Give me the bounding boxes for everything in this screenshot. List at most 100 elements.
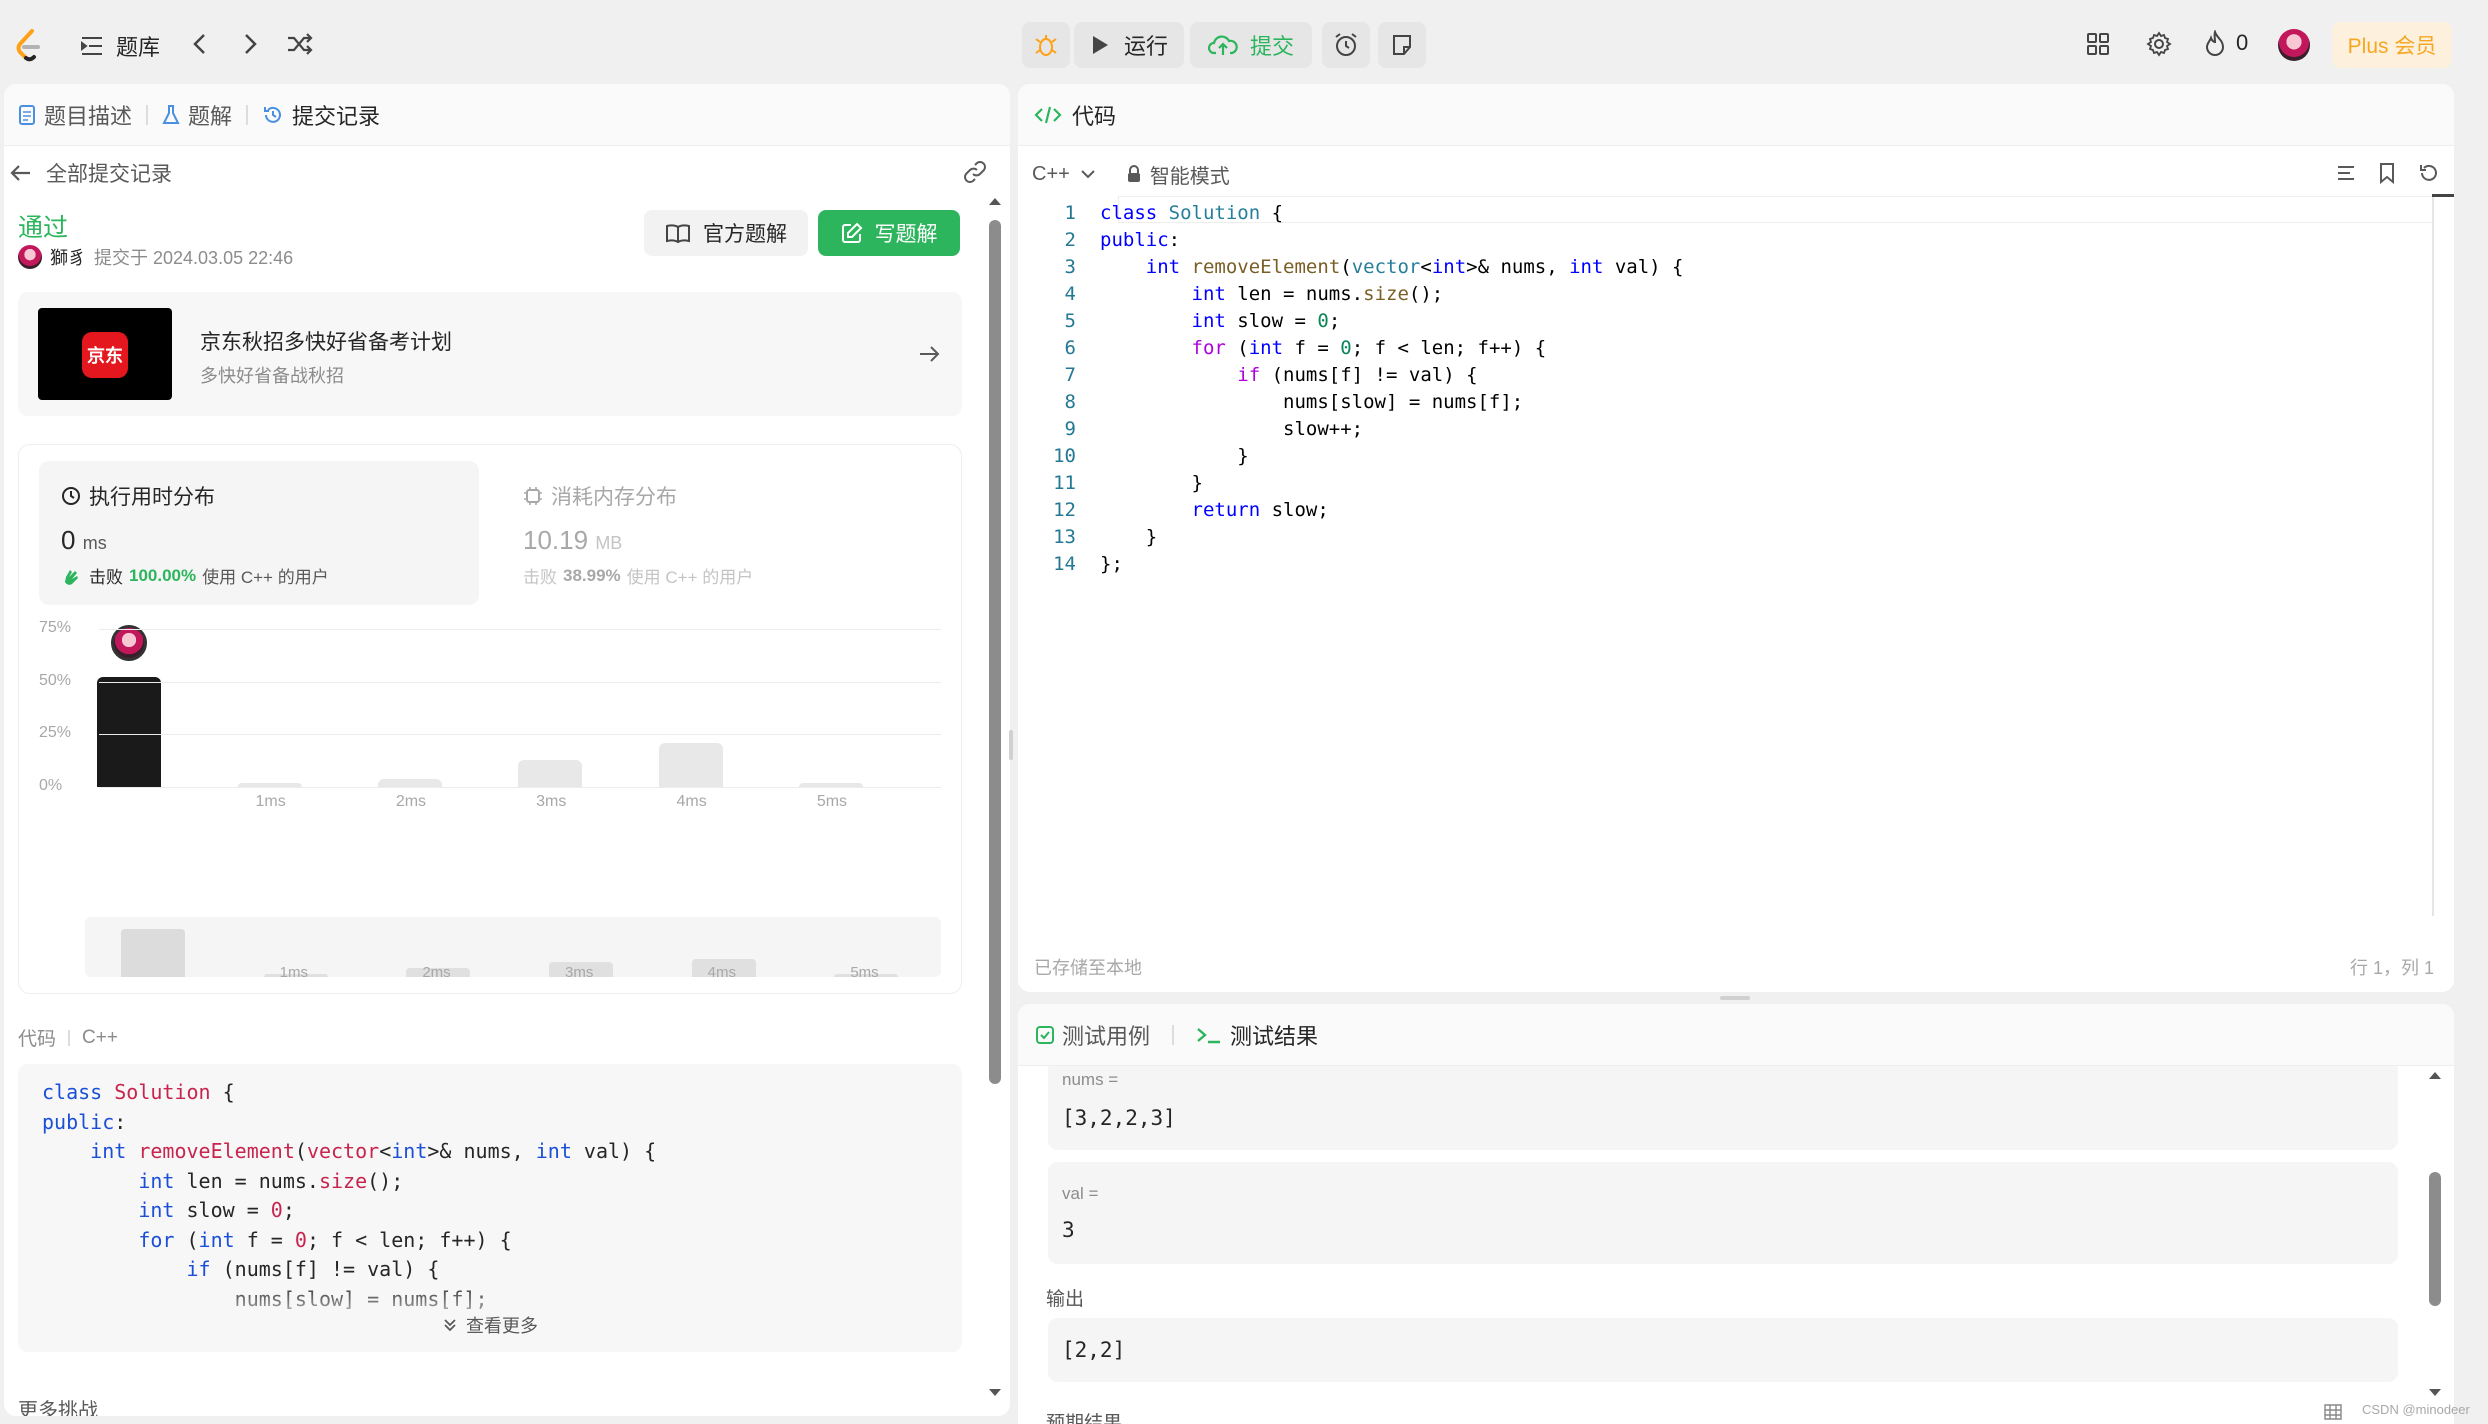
left-scrollbar-thumb[interactable] — [989, 220, 1001, 1084]
minimap-tick-label: 3ms — [565, 964, 594, 981]
code-line[interactable]: return slow; — [1100, 497, 1684, 524]
ad-title: 京东秋招多快好省备考计划 — [200, 331, 452, 354]
code-line[interactable]: int len = nums.size(); — [1100, 281, 1684, 308]
runtime-unit: ms — [82, 533, 107, 553]
nums-label: nums = — [1062, 1070, 1119, 1089]
test-panel: 测试用例 测试结果 nums = [3,2,2,3] val = 3 输出 [2… — [1018, 1004, 2454, 1424]
performance-card: 执行用时分布 0 ms 击败 100.00% 使用 C++ 的用户 消耗内存分布… — [18, 444, 962, 994]
code-line[interactable]: public: — [1100, 227, 1684, 254]
chart-range-slider[interactable]: 1ms 2ms 3ms 4ms 5ms — [85, 917, 941, 981]
val-label: val = — [1062, 1184, 1099, 1203]
username[interactable]: 獅豸 — [50, 244, 86, 270]
official-solution-button[interactable]: 官方题解 — [644, 210, 808, 256]
plus-member-button[interactable]: Plus 会员 — [2332, 22, 2452, 68]
minimap-tick-label: 4ms — [707, 964, 736, 981]
scroll-down-arrow-icon[interactable] — [988, 1388, 1002, 1398]
tab-code[interactable]: 代码 — [1034, 99, 1116, 131]
horizontal-splitter-handle[interactable] — [1720, 996, 1750, 1000]
chart-y-tick-label: 75% — [39, 619, 72, 636]
note-button[interactable] — [1378, 22, 1426, 68]
line-number: 6 — [1064, 337, 1076, 359]
line-number: 4 — [1064, 283, 1076, 305]
layout-icon[interactable] — [2086, 32, 2110, 56]
prev-problem-icon[interactable] — [190, 32, 210, 56]
chart-bar-0ms[interactable] — [97, 677, 162, 787]
run-button[interactable]: 运行 — [1074, 22, 1184, 68]
test-scrollbar-thumb[interactable] — [2429, 1172, 2441, 1306]
line-number: 1 — [1064, 202, 1076, 224]
status-accepted: 通过 — [18, 214, 69, 242]
chevron-down-icon — [1080, 168, 1096, 180]
chip-icon — [523, 486, 543, 506]
code-line[interactable]: }; — [1100, 551, 1684, 578]
code-line[interactable]: class Solution { — [1100, 200, 1684, 227]
code-line[interactable]: int slow = 0; — [1100, 308, 1684, 335]
chart-gridline — [99, 681, 941, 683]
test-scroll-down-icon[interactable] — [2428, 1388, 2442, 1398]
leetcode-logo-icon[interactable] — [12, 28, 44, 62]
minimap-tick-label: 5ms — [850, 964, 879, 981]
tab-solutions[interactable]: 题解 — [148, 99, 246, 131]
streak-counter[interactable]: 0 — [2204, 30, 2248, 56]
scroll-up-arrow-icon[interactable] — [988, 196, 1002, 206]
runtime-beat-percent: 100.00% — [129, 565, 197, 585]
runtime-stat[interactable]: 执行用时分布 0 ms 击败 100.00% 使用 C++ 的用户 — [39, 461, 479, 605]
submit-button[interactable]: 提交 — [1190, 22, 1312, 68]
smart-mode-toggle[interactable]: 智能模式 — [1126, 160, 1230, 189]
avatar[interactable] — [2278, 29, 2310, 61]
list-icon — [80, 35, 104, 57]
edit-icon — [841, 222, 863, 244]
shuffle-icon[interactable] — [286, 32, 314, 56]
submitted-code-line: int len = nums.size(); — [138, 1168, 404, 1193]
submission-meta: 獅豸 提交于 2024.03.05 22:46 — [18, 244, 293, 270]
next-problem-icon[interactable] — [240, 32, 260, 56]
chart-bar-2ms[interactable] — [377, 778, 442, 787]
see-more-button[interactable]: 查看更多 — [18, 1312, 962, 1338]
play-icon — [1090, 34, 1110, 56]
line-number: 14 — [1053, 553, 1076, 575]
top-bar: 题库 运行 提交 0 Plus 会员 — [0, 0, 2488, 88]
memory-value: 10.19 — [523, 525, 589, 555]
code-line[interactable]: } — [1100, 524, 1684, 551]
write-solution-button[interactable]: 写题解 — [818, 210, 960, 256]
back-to-all-submissions[interactable]: 全部提交记录 — [10, 150, 1010, 196]
alarm-clock-icon — [1333, 32, 1359, 58]
code-line[interactable]: nums[slow] = nums[f]; — [1100, 389, 1684, 416]
line-number: 9 — [1064, 418, 1076, 440]
line-number: 13 — [1053, 526, 1076, 548]
problem-list-button[interactable]: 题库 — [80, 30, 160, 62]
alarm-button[interactable] — [1322, 22, 1370, 68]
vertical-splitter-handle[interactable] — [1009, 730, 1013, 760]
language-select[interactable]: C++ — [1032, 163, 1096, 186]
code-line[interactable]: for (int f = 0; f < len; f++) { — [1100, 335, 1684, 362]
code-line[interactable]: slow++; — [1100, 416, 1684, 443]
test-scroll-up-icon[interactable] — [2428, 1070, 2442, 1080]
chart-bar-4ms[interactable] — [658, 742, 723, 787]
memory-unit: MB — [595, 533, 623, 553]
submitted-code-line: int removeElement(vector<int>& nums, int… — [90, 1139, 657, 1163]
editor-toolbar: C++ 智能模式 — [1032, 150, 2454, 198]
code-line[interactable]: if (nums[f] != val) { — [1100, 362, 1684, 389]
editor-scrollbar-track[interactable] — [2432, 194, 2434, 916]
format-icon[interactable] — [2336, 164, 2356, 182]
gear-icon[interactable] — [2146, 31, 2172, 57]
memory-stat[interactable]: 消耗内存分布 10.19 MB 击败 38.99% 使用 C++ 的用户 — [503, 461, 943, 605]
chart-x-tick-label: 3ms — [536, 793, 567, 810]
tab-submissions[interactable]: 提交记录 — [248, 99, 394, 131]
code-line[interactable]: } — [1100, 443, 1684, 470]
reset-icon[interactable] — [2418, 162, 2440, 184]
tab-description[interactable]: 题目描述 — [4, 99, 146, 131]
tab-test-result[interactable]: 测试结果 — [1182, 1019, 1332, 1051]
jd-ad-banner[interactable]: 京东 京东秋招多快好省备考计划 多快好省备战秋招 — [18, 292, 962, 416]
bookmark-icon[interactable] — [2378, 162, 2396, 184]
line-number: 5 — [1064, 310, 1076, 332]
tab-test-cases[interactable]: 测试用例 — [1036, 1019, 1164, 1051]
link-icon[interactable] — [962, 160, 988, 184]
debug-button[interactable] — [1022, 22, 1070, 68]
code-line[interactable]: int removeElement(vector<int>& nums, int… — [1100, 254, 1684, 281]
submitted-time: 提交于 2024.03.05 22:46 — [94, 248, 294, 268]
code-line[interactable]: } — [1100, 470, 1684, 497]
code-editor[interactable]: 1 2 3 4 5 6 7 8 9 10 11 12 13 14 class Solution {publ… — [1018, 196, 2434, 916]
chart-x-tick-label: 5ms — [816, 793, 848, 810]
chart-bar-3ms[interactable] — [518, 759, 583, 787]
